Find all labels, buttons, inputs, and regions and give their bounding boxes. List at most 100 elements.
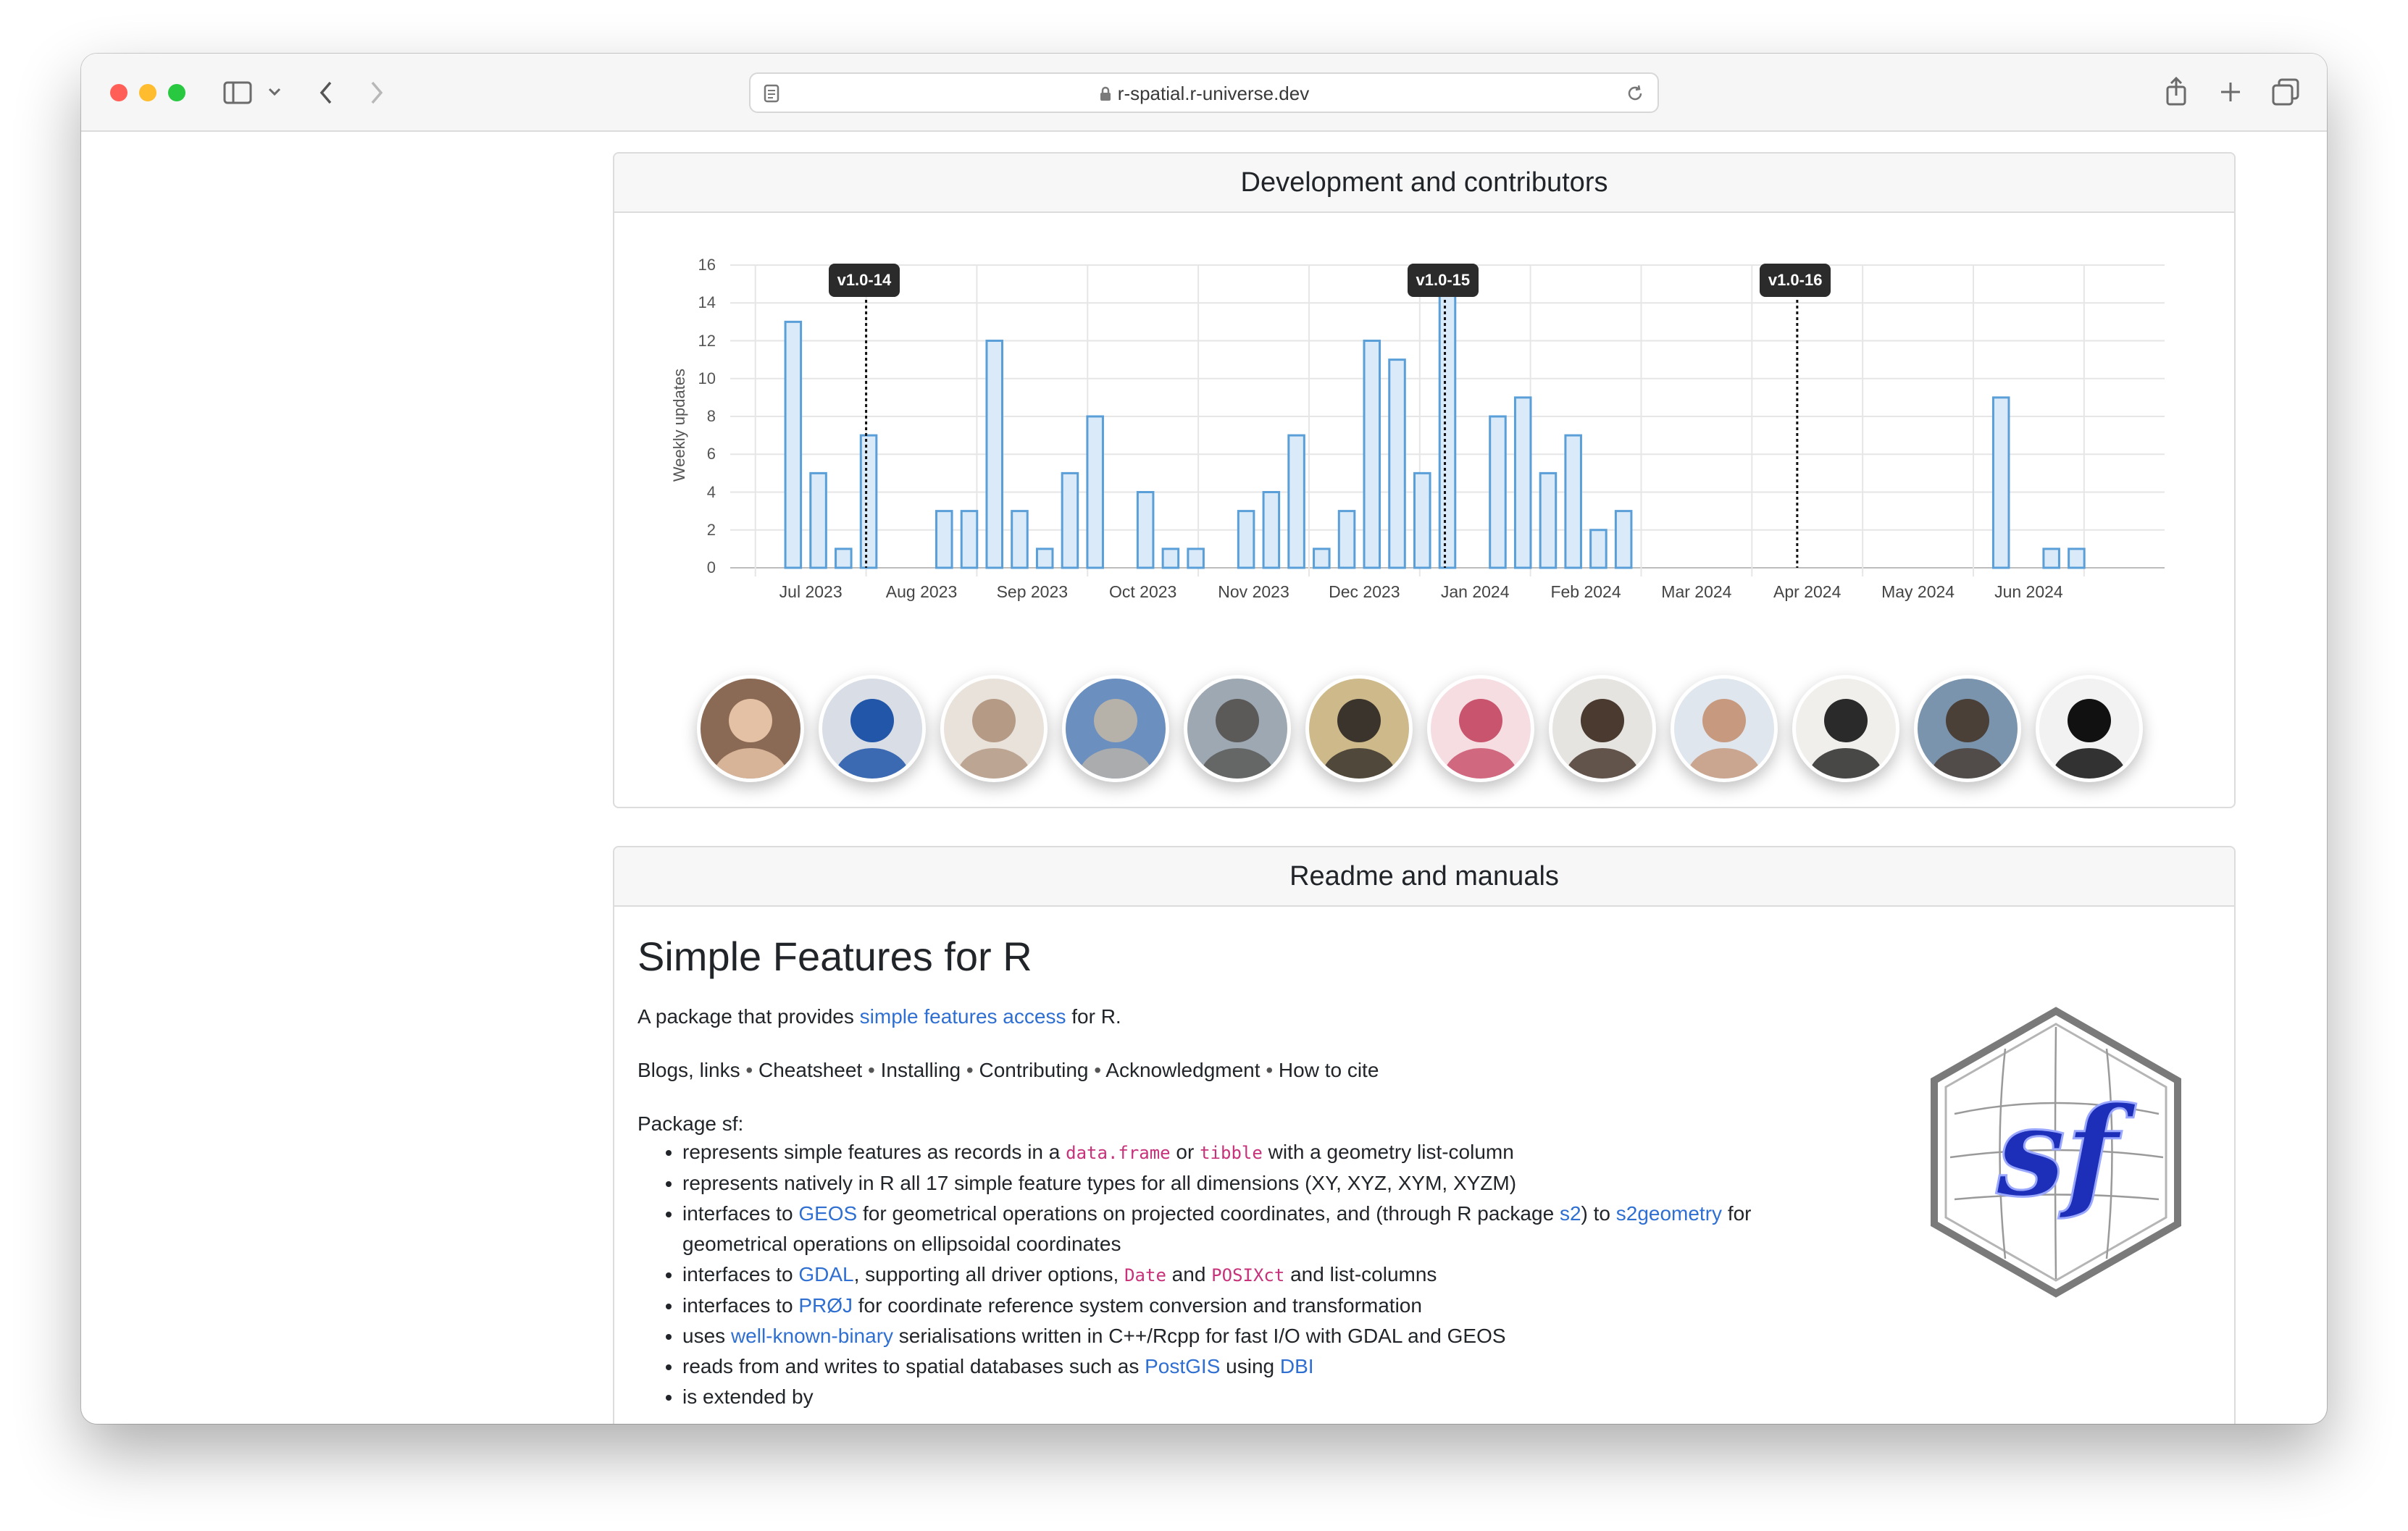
- avatar-image: [835, 699, 910, 779]
- code-posixct: POSIXct: [1211, 1265, 1285, 1285]
- proj-link[interactable]: PRØJ: [798, 1294, 853, 1317]
- feature-text: serialisations written in C++/Rcpp for f…: [893, 1325, 1506, 1347]
- chart-bar[interactable]: [1287, 434, 1305, 569]
- x-tick-label: Sep 2023: [996, 582, 1069, 601]
- nav-link-cheatsheet[interactable]: Cheatsheet: [758, 1059, 862, 1081]
- nav-link-contributing[interactable]: Contributing: [979, 1059, 1088, 1081]
- avatar[interactable]: [819, 675, 926, 782]
- simple-features-access-link[interactable]: simple features access: [860, 1005, 1066, 1028]
- reload-icon[interactable]: [1626, 84, 1644, 103]
- release-label[interactable]: v1.0-14: [828, 264, 900, 297]
- avatar[interactable]: [1671, 675, 1778, 782]
- well-known-binary-link[interactable]: well-known-binary: [731, 1325, 893, 1347]
- avatar[interactable]: [2036, 675, 2143, 782]
- s2geometry-link[interactable]: s2geometry: [1616, 1202, 1722, 1225]
- forward-arrow-icon[interactable]: [368, 80, 385, 106]
- url-text: r-spatial.r-universe.dev: [1117, 83, 1310, 104]
- chart-bar[interactable]: [809, 471, 827, 569]
- avatar[interactable]: [1914, 675, 2021, 782]
- nav-link-blogs[interactable]: Blogs, links: [637, 1059, 740, 1081]
- nav-separator: •: [1266, 1059, 1274, 1081]
- package-label: Package sf:: [637, 1112, 744, 1135]
- release-label[interactable]: v1.0-15: [1407, 264, 1479, 297]
- chart-bar[interactable]: [1187, 548, 1205, 569]
- x-tick-label: Oct 2023: [1109, 582, 1177, 601]
- avatar[interactable]: [1305, 675, 1413, 782]
- new-tab-plus-icon[interactable]: [2220, 81, 2241, 103]
- chart-bar[interactable]: [1589, 529, 1608, 569]
- readme-nav-links: Blogs, links • Cheatsheet • Installing •…: [637, 1059, 1379, 1082]
- chart-bar[interactable]: [1011, 510, 1029, 569]
- chart-bar[interactable]: [859, 434, 878, 569]
- avatar[interactable]: [1549, 675, 1656, 782]
- sidebar-icon[interactable]: [223, 81, 252, 104]
- feature-text: ) to: [1581, 1202, 1616, 1225]
- feature-text: or: [1170, 1141, 1200, 1163]
- chart-bar[interactable]: [935, 510, 953, 569]
- list-item: interfaces to GEOS for geometrical opera…: [682, 1199, 1827, 1259]
- x-tick-label: Nov 2023: [1218, 582, 1289, 601]
- url-display[interactable]: r-spatial.r-universe.dev: [751, 83, 1657, 105]
- chart-bar[interactable]: [1413, 471, 1431, 569]
- minimize-window-button[interactable]: [139, 84, 156, 101]
- avatar[interactable]: [940, 675, 1048, 782]
- tab-overview-icon[interactable]: [2272, 78, 2299, 106]
- chart-bar[interactable]: [1035, 548, 1054, 569]
- chart-bar[interactable]: [1337, 510, 1356, 569]
- feature-list: represents simple features as records in…: [682, 1137, 1827, 1412]
- chart-bar[interactable]: [1161, 548, 1180, 569]
- s2-link[interactable]: s2: [1560, 1202, 1581, 1225]
- intro-text: A package that provides: [637, 1005, 860, 1028]
- readme-card-header: Readme and manuals: [614, 847, 2234, 907]
- gdal-link[interactable]: GDAL: [798, 1263, 853, 1285]
- chart-bar[interactable]: [1061, 471, 1079, 569]
- chevron-down-icon[interactable]: [268, 87, 281, 97]
- chart-bar[interactable]: [1539, 471, 1558, 569]
- sf-hex-logo: sf: [1931, 1007, 2181, 1298]
- chart-bar[interactable]: [784, 320, 803, 569]
- feature-text: is extended by: [682, 1385, 814, 1408]
- chart-bar[interactable]: [1614, 510, 1633, 569]
- chart-bar[interactable]: [1237, 510, 1255, 569]
- nav-link-installing[interactable]: Installing: [881, 1059, 961, 1081]
- nav-link-how-to-cite[interactable]: How to cite: [1279, 1059, 1379, 1081]
- chart-bar[interactable]: [1086, 415, 1104, 569]
- chart-bar[interactable]: [960, 510, 979, 569]
- feature-text: for geometrical operations on projected …: [857, 1202, 1560, 1225]
- postgis-link[interactable]: PostGIS: [1145, 1355, 1220, 1377]
- back-arrow-icon[interactable]: [317, 80, 335, 106]
- chart-bar[interactable]: [985, 340, 1004, 569]
- release-label[interactable]: v1.0-16: [1759, 264, 1831, 297]
- chart-bar[interactable]: [1136, 491, 1155, 569]
- close-window-button[interactable]: [110, 84, 127, 101]
- chart-bar[interactable]: [1513, 396, 1532, 569]
- chart-bar[interactable]: [1489, 415, 1507, 569]
- address-bar[interactable]: r-spatial.r-universe.dev: [749, 72, 1659, 113]
- dbi-link[interactable]: DBI: [1280, 1355, 1314, 1377]
- chart-bar[interactable]: [1262, 491, 1281, 569]
- feature-text: , supporting all driver options,: [853, 1263, 1125, 1285]
- avatar[interactable]: [697, 675, 804, 782]
- share-icon[interactable]: [2165, 75, 2188, 107]
- chart-bar[interactable]: [2068, 548, 2086, 569]
- chart-bar[interactable]: [2042, 548, 2060, 569]
- nav-separator: •: [868, 1059, 875, 1081]
- geos-link[interactable]: GEOS: [798, 1202, 857, 1225]
- list-item: represents simple features as records in…: [682, 1137, 1827, 1168]
- avatar[interactable]: [1792, 675, 1899, 782]
- chart-bar[interactable]: [1388, 358, 1406, 569]
- chart-bar[interactable]: [835, 548, 853, 569]
- avatar[interactable]: [1184, 675, 1291, 782]
- chart-bar[interactable]: [1438, 264, 1457, 569]
- zoom-window-button[interactable]: [168, 84, 185, 101]
- list-item: interfaces to GDAL, supporting all drive…: [682, 1259, 1827, 1291]
- chart-bar[interactable]: [1564, 434, 1582, 569]
- chart-bar[interactable]: [1363, 340, 1381, 569]
- development-card: Development and contributors 0 2 4 6 8 10 12 14…: [613, 152, 2236, 808]
- nav-link-acknowledgment[interactable]: Acknowledgment: [1105, 1059, 1260, 1081]
- avatar[interactable]: [1427, 675, 1534, 782]
- nav-separator: •: [745, 1059, 753, 1081]
- chart-bar[interactable]: [1313, 548, 1331, 569]
- avatar[interactable]: [1062, 675, 1169, 782]
- chart-bar[interactable]: [1991, 396, 2010, 569]
